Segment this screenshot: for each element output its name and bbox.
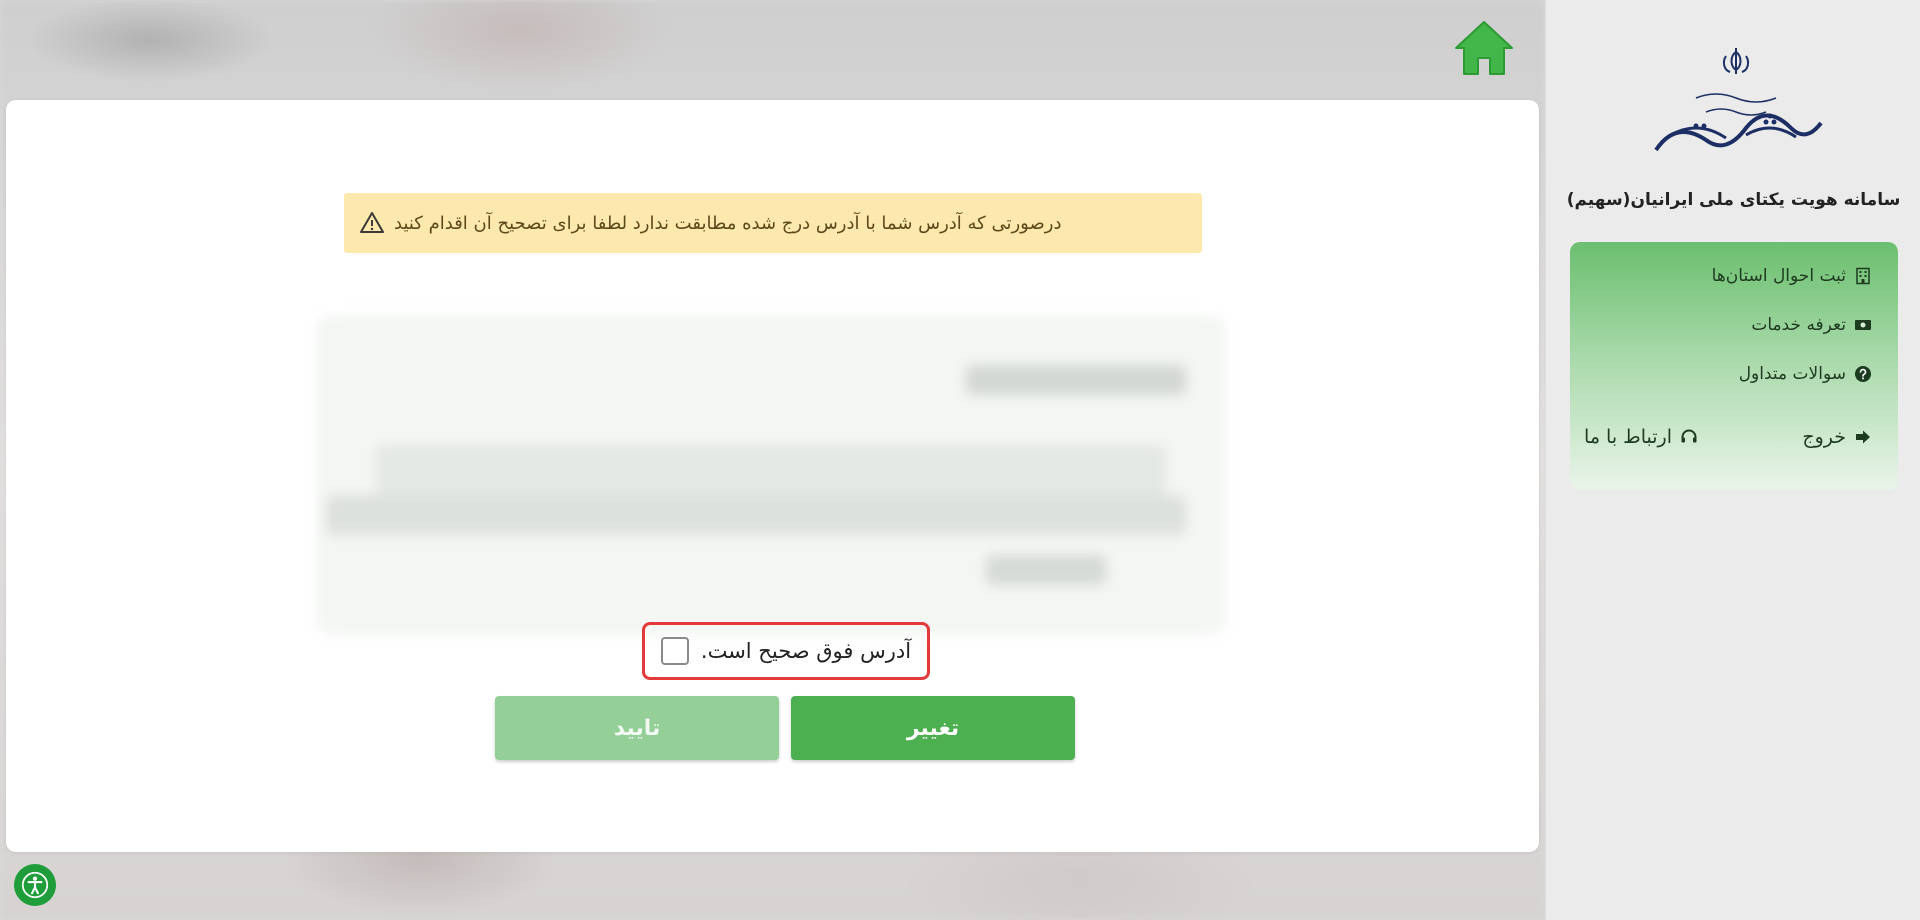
sidebar-item-label: ارتباط با ما <box>1584 426 1672 448</box>
system-title: سامانه هویت یکتای ملی ایرانیان(سهیم) <box>1566 190 1901 210</box>
alert-text: درصورتی که آدرس شما با آدرس درج شده مطاب… <box>394 212 1062 234</box>
confirm-button[interactable]: تایید <box>495 696 779 760</box>
sidebar-menu: ثبت احوال استان‌ها تعرفه خدمات سوالات مت… <box>1570 242 1898 490</box>
organization-logo <box>1654 48 1823 152</box>
blurred-address-panel <box>316 315 1226 635</box>
sidebar-item-tariffs[interactable]: تعرفه خدمات <box>1751 315 1872 335</box>
accessibility-icon[interactable] <box>14 864 56 906</box>
change-button[interactable]: تغییر <box>791 696 1075 760</box>
sidebar-item-label: تعرفه خدمات <box>1751 315 1846 335</box>
accessibility-figure-icon <box>21 871 49 899</box>
address-confirm-row[interactable]: آدرس فوق صحیح است. <box>642 622 930 680</box>
building-icon <box>1856 267 1870 285</box>
sign-out-icon <box>1856 430 1870 444</box>
warning-triangle-icon <box>360 212 384 233</box>
address-warning-alert: درصورتی که آدرس شما با آدرس درج شده مطاب… <box>344 193 1202 253</box>
sidebar: سامانه هویت یکتای ملی ایرانیان(سهیم) ثبت… <box>1545 0 1920 920</box>
main-card: درصورتی که آدرس شما با آدرس درج شده مطاب… <box>6 100 1539 852</box>
sidebar-item-label: سوالات متداول <box>1738 364 1846 384</box>
money-icon <box>1855 320 1871 330</box>
sidebar-item-label: خروج <box>1802 426 1846 448</box>
question-circle-icon <box>1855 366 1871 382</box>
address-correct-label: آدرس فوق صحیح است. <box>700 639 912 663</box>
sidebar-item-faq[interactable]: سوالات متداول <box>1739 364 1872 384</box>
sidebar-item-contact[interactable]: ارتباط با ما <box>1584 426 1698 448</box>
sidebar-item-logout[interactable]: خروج <box>1802 426 1872 448</box>
sidebar-item-label: ثبت احوال استان‌ها <box>1711 266 1846 286</box>
address-correct-checkbox[interactable] <box>660 637 689 665</box>
headset-icon <box>1681 429 1697 443</box>
sidebar-item-provinces[interactable]: ثبت احوال استان‌ها <box>1712 266 1872 286</box>
home-icon[interactable] <box>1452 18 1516 78</box>
